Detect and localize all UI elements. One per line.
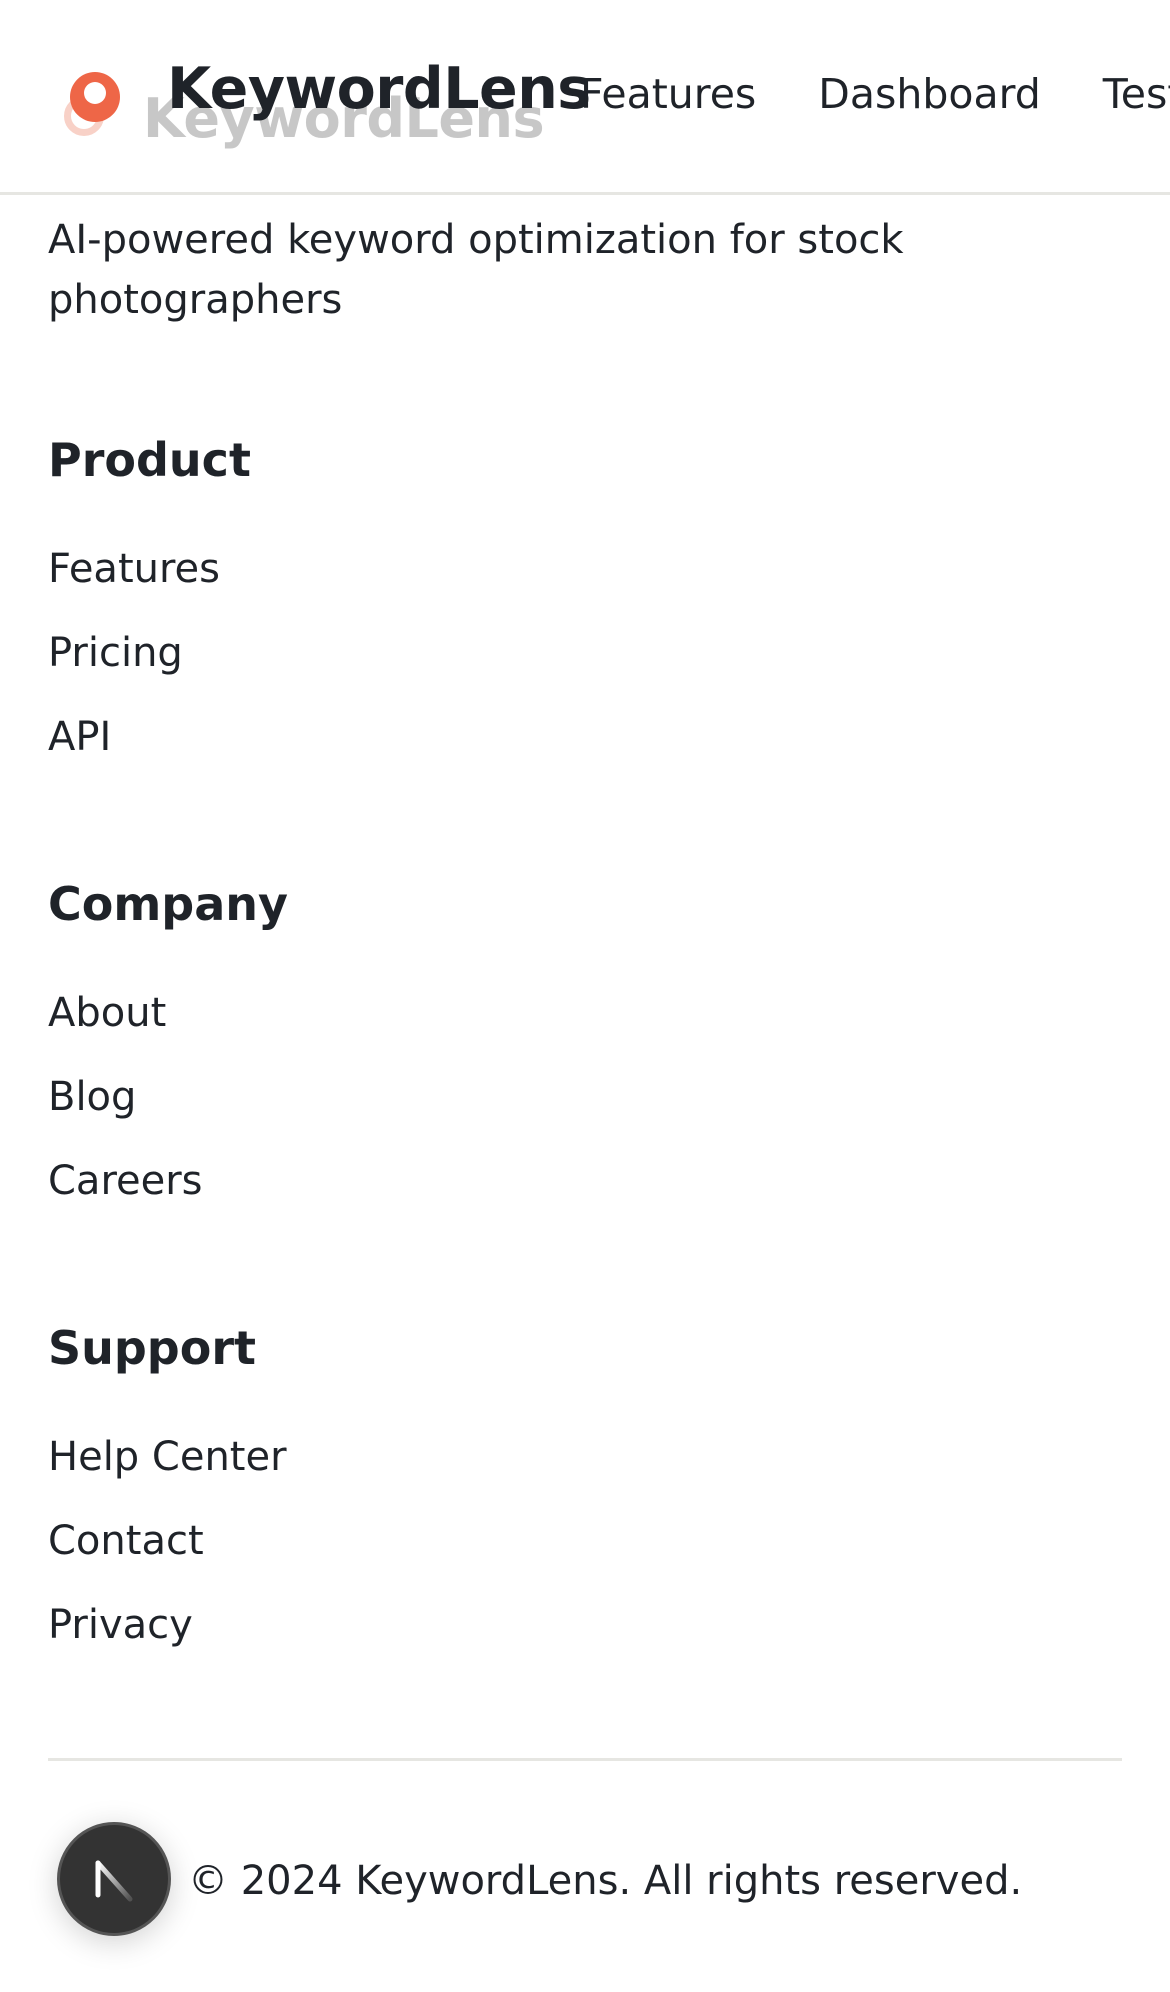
- footer-link-pricing[interactable]: Pricing: [48, 630, 183, 676]
- main-nav: Features Dashboard Test: [580, 70, 1170, 118]
- floating-action-button[interactable]: [57, 1822, 171, 1936]
- list-item: Help Center: [48, 1432, 287, 1516]
- list-item: Careers: [48, 1156, 288, 1240]
- column-title: Support: [48, 1321, 257, 1375]
- footer-link-api[interactable]: API: [48, 714, 111, 760]
- nav-test[interactable]: Test: [1103, 70, 1170, 118]
- n-logo-icon: [95, 1860, 133, 1902]
- footer-link-privacy[interactable]: Privacy: [48, 1602, 193, 1648]
- link-list: About Blog Careers: [48, 988, 288, 1240]
- footer-link-contact[interactable]: Contact: [48, 1518, 204, 1564]
- copyright-text: © 2024 KeywordLens. All rights reserved.: [188, 1858, 1023, 1904]
- list-item: Privacy: [48, 1600, 287, 1684]
- footer-column-company: Company About Blog Careers: [48, 874, 288, 1240]
- link-list: Help Center Contact Privacy: [48, 1432, 287, 1684]
- list-item: Contact: [48, 1516, 287, 1600]
- nav-features[interactable]: Features: [580, 70, 756, 118]
- column-title: Company: [48, 877, 288, 931]
- list-item: API: [48, 712, 251, 796]
- footer-divider: [48, 1758, 1122, 1761]
- list-item: Pricing: [48, 628, 251, 712]
- footer-column-support: Support Help Center Contact Privacy: [48, 1318, 287, 1684]
- logo-icon[interactable]: [70, 72, 120, 122]
- nav-dashboard[interactable]: Dashboard: [818, 70, 1040, 118]
- list-item: Blog: [48, 1072, 288, 1156]
- list-item: About: [48, 988, 288, 1072]
- link-list: Features Pricing API: [48, 544, 251, 796]
- site-header: KeywordLens KeywordLens Features Dashboa…: [0, 0, 1170, 195]
- footer-link-about[interactable]: About: [48, 990, 166, 1036]
- footer-link-features[interactable]: Features: [48, 546, 220, 592]
- footer-tagline: AI-powered keyword optimization for stoc…: [48, 217, 904, 323]
- footer-link-careers[interactable]: Careers: [48, 1158, 203, 1204]
- footer-link-help-center[interactable]: Help Center: [48, 1434, 287, 1480]
- column-title: Product: [48, 433, 251, 487]
- footer-column-product: Product Features Pricing API: [48, 430, 251, 796]
- page: KeywordLens KeywordLens Features Dashboa…: [0, 0, 1170, 1992]
- list-item: Features: [48, 544, 251, 628]
- footer-link-blog[interactable]: Blog: [48, 1074, 136, 1120]
- brand-link[interactable]: KeywordLens: [167, 56, 591, 122]
